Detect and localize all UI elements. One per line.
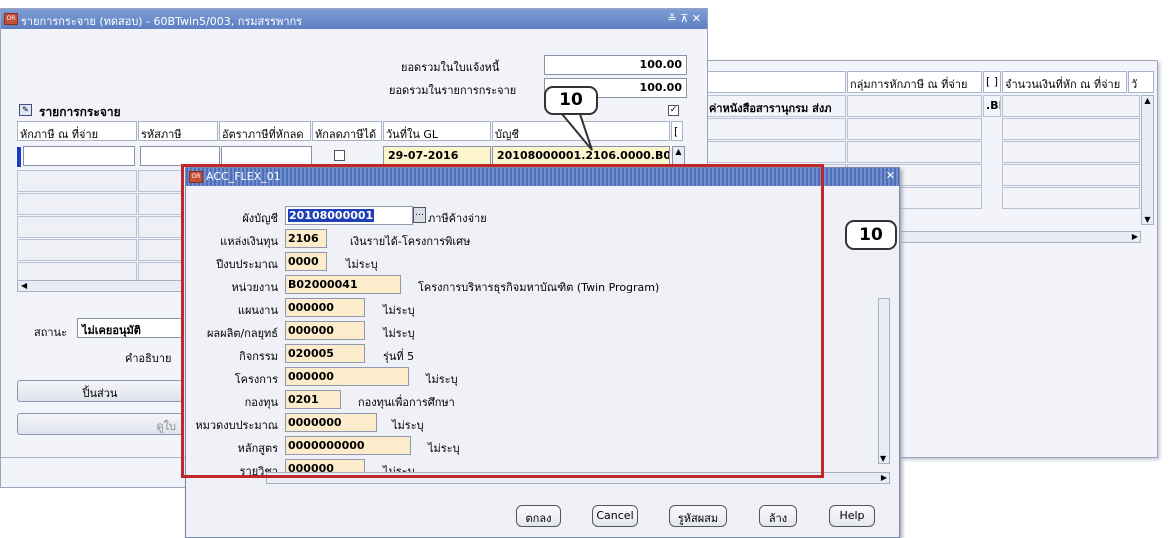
dialog-vertical-scrollbar[interactable]: ▼	[878, 298, 890, 464]
dialog-scroll-down-icon[interactable]: ▼	[880, 454, 886, 463]
highlight-box	[181, 164, 824, 478]
cancel-button[interactable]: Cancel	[592, 505, 638, 527]
dialog-close-icon[interactable]: ✕	[886, 169, 895, 182]
combinations-button[interactable]: รูหัสผสม	[669, 505, 727, 527]
dialog-scroll-right-icon[interactable]: ▶	[881, 473, 887, 482]
callout-right: 10	[845, 220, 897, 250]
help-button[interactable]: Help	[829, 505, 875, 527]
ok-button[interactable]: ตกลง	[516, 505, 561, 527]
clear-button[interactable]: ล้าง	[759, 505, 797, 527]
